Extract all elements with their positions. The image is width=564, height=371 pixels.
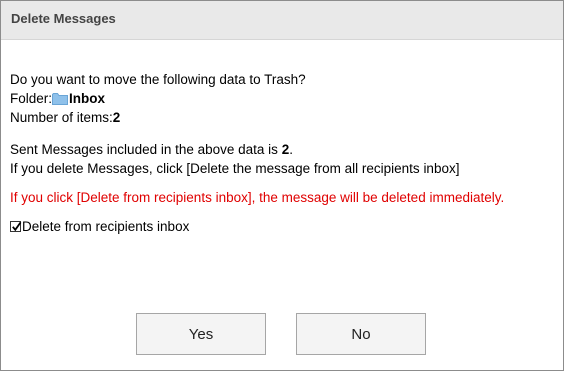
sent-messages-row: Sent Messages included in the above data…: [10, 140, 553, 159]
delete-instruction: If you delete Messages, click [Delete th…: [10, 161, 460, 176]
dialog-content: Do you want to move the following data t…: [10, 70, 553, 236]
folder-name: Inbox: [69, 91, 106, 106]
dialog-title: Delete Messages: [11, 11, 116, 26]
items-label: Number of items:: [10, 110, 113, 125]
items-row: Number of items:2: [10, 108, 553, 127]
folder-label: Folder:: [10, 91, 53, 106]
delete-from-recipients-label[interactable]: Delete from recipients inbox: [22, 217, 189, 236]
confirm-question: Do you want to move the following data t…: [10, 72, 306, 87]
folder-icon: [52, 91, 69, 105]
delete-from-recipients-checkbox[interactable]: [10, 221, 22, 232]
no-button[interactable]: No: [296, 313, 426, 355]
yes-button[interactable]: Yes: [136, 313, 266, 355]
sent-prefix: Sent Messages included in the above data…: [10, 142, 282, 157]
folder-row: Folder: Inbox: [10, 89, 553, 108]
warning-text: If you click [Delete from recipients inb…: [10, 190, 505, 205]
items-count: 2: [112, 110, 121, 125]
sent-suffix: .: [289, 142, 293, 157]
delete-from-recipients-option: Delete from recipients inbox: [10, 217, 553, 236]
dialog-titlebar: Delete Messages: [1, 1, 563, 40]
delete-messages-dialog: Delete Messages Do you want to move the …: [0, 0, 564, 371]
